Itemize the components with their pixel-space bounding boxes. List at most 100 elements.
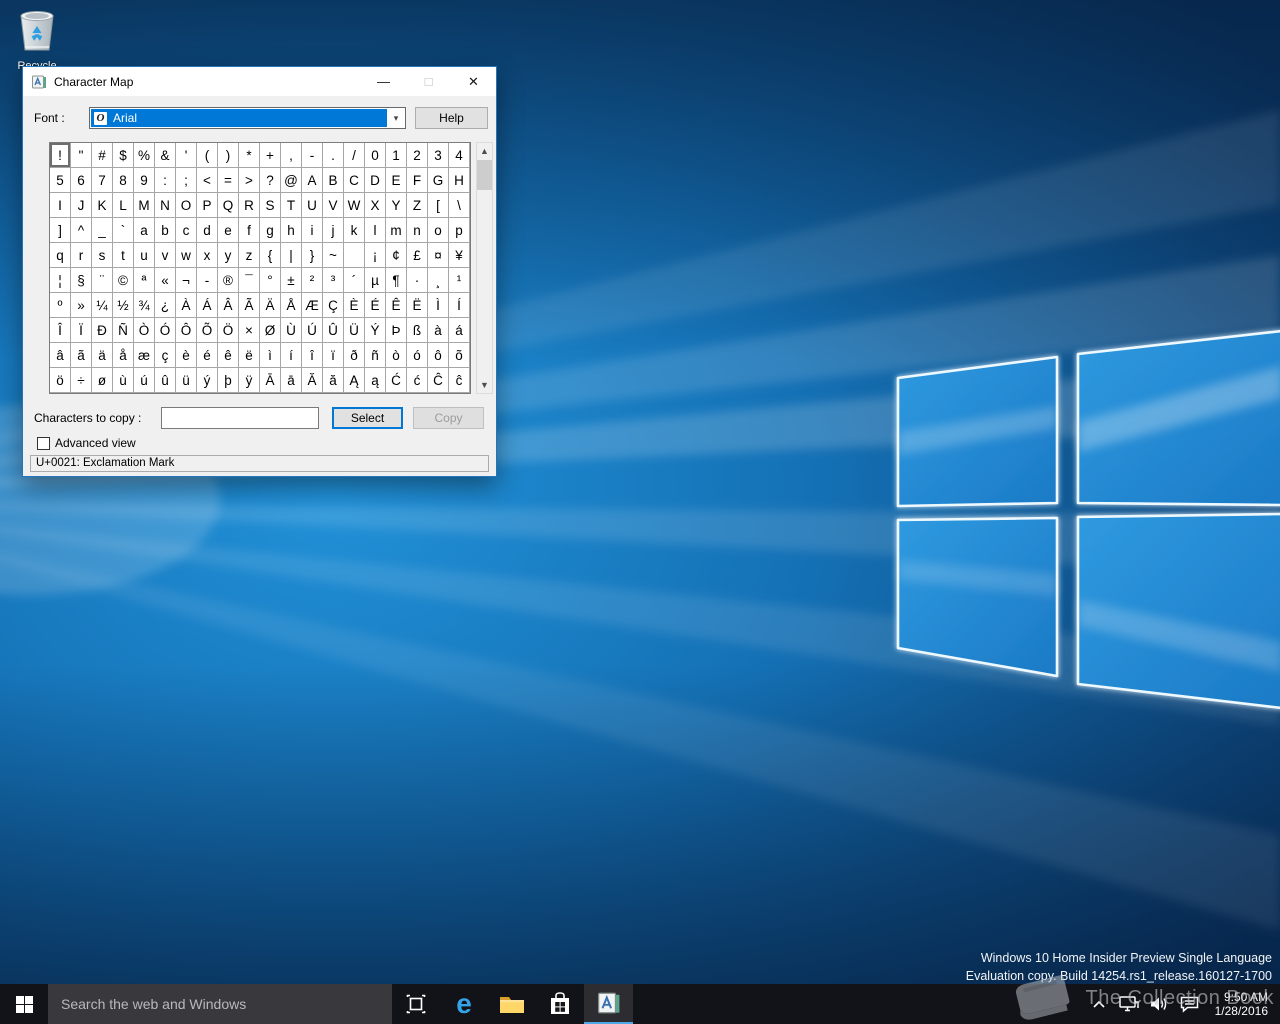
char-cell[interactable]: ÷ xyxy=(71,368,92,393)
char-cell[interactable]: : xyxy=(155,168,176,193)
copy-button[interactable]: Copy xyxy=(413,407,484,429)
char-cell[interactable]: U xyxy=(302,193,323,218)
char-cell[interactable]: R xyxy=(239,193,260,218)
char-cell[interactable]: ó xyxy=(407,343,428,368)
char-cell[interactable]: » xyxy=(71,293,92,318)
char-cell[interactable]: ' xyxy=(176,143,197,168)
char-cell[interactable]: µ xyxy=(365,268,386,293)
font-dropdown[interactable]: O Arial ▾ xyxy=(89,107,406,129)
char-cell[interactable]: ñ xyxy=(365,343,386,368)
char-cell[interactable]: 8 xyxy=(113,168,134,193)
char-cell[interactable]: E xyxy=(386,168,407,193)
char-cell[interactable]: @ xyxy=(281,168,302,193)
char-cell[interactable]: Ï xyxy=(71,318,92,343)
char-cell[interactable]: t xyxy=(113,243,134,268)
char-cell[interactable]: ´ xyxy=(344,268,365,293)
char-cell[interactable]: D xyxy=(365,168,386,193)
char-cell[interactable]: ~ xyxy=(323,243,344,268)
action-center-button[interactable] xyxy=(1174,984,1204,1024)
char-cell[interactable]: d xyxy=(197,218,218,243)
char-cell[interactable]: ð xyxy=(344,343,365,368)
char-cell[interactable]: 5 xyxy=(50,168,71,193)
char-cell[interactable]: ø xyxy=(92,368,113,393)
char-cell[interactable]: V xyxy=(323,193,344,218)
char-cell[interactable]: % xyxy=(134,143,155,168)
char-cell[interactable]: - xyxy=(197,268,218,293)
char-cell[interactable]: è xyxy=(176,343,197,368)
char-cell[interactable]: ; xyxy=(176,168,197,193)
char-cell[interactable]: H xyxy=(449,168,470,193)
char-cell[interactable]: × xyxy=(239,318,260,343)
char-cell[interactable]: + xyxy=(260,143,281,168)
char-cell[interactable]: þ xyxy=(218,368,239,393)
char-cell[interactable]: É xyxy=(365,293,386,318)
char-cell[interactable]: ½ xyxy=(113,293,134,318)
char-cell[interactable]: Ø xyxy=(260,318,281,343)
char-cell[interactable]: N xyxy=(155,193,176,218)
char-cell[interactable]: ¼ xyxy=(92,293,113,318)
char-cell[interactable]: ã xyxy=(71,343,92,368)
char-cell[interactable]: Ò xyxy=(134,318,155,343)
char-cell[interactable]: y xyxy=(218,243,239,268)
char-cell[interactable]: Ą xyxy=(344,368,365,393)
char-cell[interactable]: Ç xyxy=(323,293,344,318)
start-button[interactable] xyxy=(0,984,48,1024)
char-cell[interactable]: ă xyxy=(323,368,344,393)
char-cell[interactable]: v xyxy=(155,243,176,268)
char-cell[interactable]: ý xyxy=(197,368,218,393)
network-tray-button[interactable] xyxy=(1114,984,1144,1024)
char-cell[interactable]: ! xyxy=(50,143,71,168)
char-cell[interactable]: < xyxy=(197,168,218,193)
char-cell[interactable]: â xyxy=(50,343,71,368)
char-cell[interactable]: á xyxy=(449,318,470,343)
select-button[interactable]: Select xyxy=(332,407,403,429)
char-cell[interactable]: ò xyxy=(386,343,407,368)
char-cell[interactable]: | xyxy=(281,243,302,268)
minimize-button[interactable]: — xyxy=(361,67,406,96)
char-cell[interactable]: q xyxy=(50,243,71,268)
char-cell[interactable]: ą xyxy=(365,368,386,393)
char-cell[interactable]: # xyxy=(92,143,113,168)
char-cell[interactable]: à xyxy=(428,318,449,343)
char-cell[interactable]: C xyxy=(344,168,365,193)
char-cell[interactable]: \ xyxy=(449,193,470,218)
char-cell[interactable]: o xyxy=(428,218,449,243)
char-cell[interactable]: ² xyxy=(302,268,323,293)
char-cell[interactable]: u xyxy=(134,243,155,268)
char-cell[interactable]: 7 xyxy=(92,168,113,193)
char-cell[interactable]: ā xyxy=(281,368,302,393)
char-cell[interactable]: û xyxy=(155,368,176,393)
char-cell[interactable]: Ü xyxy=(344,318,365,343)
char-cell[interactable]: p xyxy=(449,218,470,243)
char-cell[interactable]: õ xyxy=(449,343,470,368)
char-cell[interactable]: f xyxy=(239,218,260,243)
char-cell[interactable]: x xyxy=(197,243,218,268)
char-cell[interactable]: & xyxy=(155,143,176,168)
char-cell[interactable]: h xyxy=(281,218,302,243)
char-cell[interactable]: ® xyxy=(218,268,239,293)
char-cell[interactable]: ¾ xyxy=(134,293,155,318)
char-cell[interactable]: / xyxy=(344,143,365,168)
char-cell[interactable]: î xyxy=(302,343,323,368)
char-cell[interactable]: 6 xyxy=(71,168,92,193)
char-cell[interactable]: b xyxy=(155,218,176,243)
char-cell[interactable]: z xyxy=(239,243,260,268)
char-cell[interactable]: ú xyxy=(134,368,155,393)
char-cell[interactable]: Ĉ xyxy=(428,368,449,393)
char-cell[interactable]: ê xyxy=(218,343,239,368)
scrollbar-thumb[interactable] xyxy=(477,160,492,190)
help-button[interactable]: Help xyxy=(415,107,488,129)
close-button[interactable]: ✕ xyxy=(451,67,496,96)
char-cell[interactable]: * xyxy=(239,143,260,168)
char-cell[interactable]: ¦ xyxy=(50,268,71,293)
char-cell[interactable]: e xyxy=(218,218,239,243)
char-cell[interactable]: S xyxy=(260,193,281,218)
search-input[interactable]: Search the web and Windows xyxy=(48,984,392,1024)
char-cell[interactable]: é xyxy=(197,343,218,368)
char-cell[interactable]: Ā xyxy=(260,368,281,393)
char-cell[interactable]: ¯ xyxy=(239,268,260,293)
char-cell[interactable]: ¥ xyxy=(449,243,470,268)
char-cell[interactable]: ¢ xyxy=(386,243,407,268)
char-cell[interactable]: ¬ xyxy=(176,268,197,293)
char-cell[interactable]: } xyxy=(302,243,323,268)
